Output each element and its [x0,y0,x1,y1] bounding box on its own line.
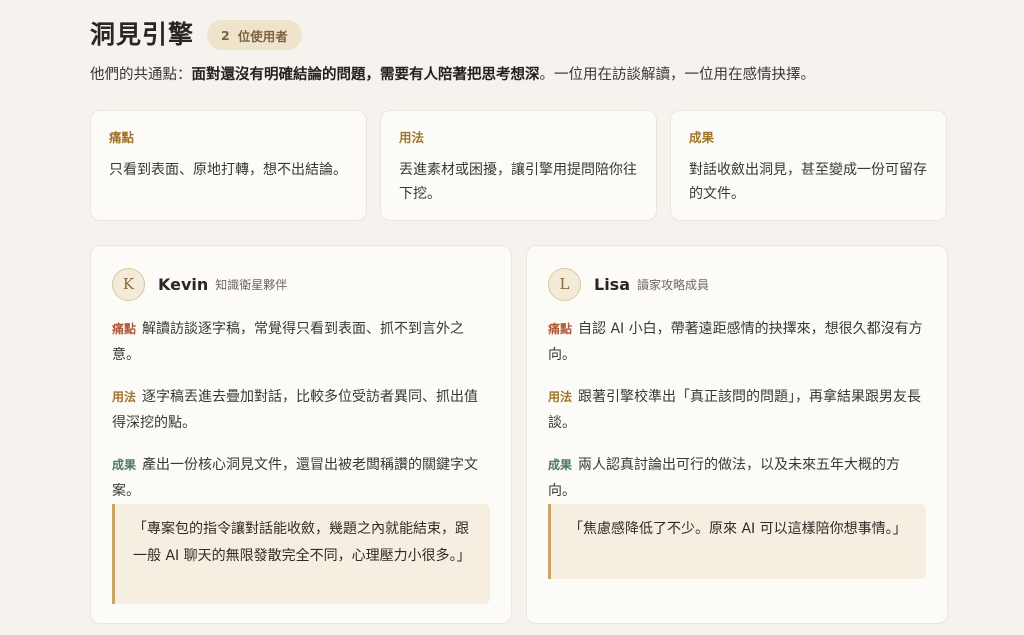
usage-tag: 用法 [112,390,137,404]
user-row: K Kevin 知識衛星夥伴 痛點 解讀訪談逐字稿，常覺得只看到表面、抓不到言外之… [90,245,948,624]
feature-card-result: 成果 對話收斂出洞見，甚至變成一份可留存的文件。 [670,110,947,221]
feature-row: 痛點 只看到表面、原地打轉，想不出結論。 用法 丟進素材或困擾，讓引擎用提問陪你… [90,110,948,221]
pain-entry: 痛點 解讀訪談逐字稿，常覺得只看到表面、抓不到言外之意。 [112,316,490,368]
user-role: 讀家攻略成員 [637,277,710,292]
user-card-lisa: L Lisa 讀家攻略成員 痛點 自認 AI 小白，帶著遠距感情的抉擇來，想很久都… [526,245,948,624]
title-row: 洞見引擎 2 位使用者 [90,19,302,51]
pain-entry: 痛點 自認 AI 小白，帶著遠距感情的抉擇來，想很久都沒有方向。 [548,316,926,368]
feature-text: 丟進素材或困擾，讓引擎用提問陪你往下挖。 [399,162,637,202]
usage-entry: 用法 逐字稿丟進去疊加對話，比較多位受訪者異同、抓出值得深挖的點。 [112,384,490,436]
page-title: 洞見引擎 [90,20,195,49]
pain-text: 自認 AI 小白，帶著遠距感情的抉擇來，想很久都沒有方向。 [548,321,923,363]
feature-card-pain: 痛點 只看到表面、原地打轉，想不出結論。 [90,110,367,221]
avatar: K [112,267,145,301]
feature-label: 用法 [399,130,425,145]
result-text: 兩人認真討論出可行的做法，以及未來五年大概的方向。 [548,457,901,499]
pain-tag: 痛點 [548,322,573,336]
result-text: 產出一份核心洞見文件，還冒出被老闆稱讚的關鍵字文案。 [112,457,479,499]
usage-text: 逐字稿丟進去疊加對話，比較多位受訪者異同、抓出值得深挖的點。 [112,389,479,431]
subtitle-tail: 。一位用在訪談解讀，一位用在感情抉擇。 [539,67,816,83]
user-role: 知識衛星夥伴 [215,277,288,292]
pain-text: 解讀訪談逐字稿，常覺得只看到表面、抓不到言外之意。 [112,321,465,363]
avatar: L [548,267,581,301]
usage-text: 跟著引擎校準出「真正該問的問題」，再拿結果跟男友長談。 [548,389,922,431]
user-card-kevin: K Kevin 知識衛星夥伴 痛點 解讀訪談逐字稿，常覺得只看到表面、抓不到言外之… [90,245,512,624]
result-tag: 成果 [548,458,573,472]
usage-tag: 用法 [548,390,573,404]
user-quote: 「專案包的指令讓對話能收斂，幾題之內就能結束，跟一般 AI 聊天的無限發散完全不… [112,504,490,604]
badge-count: 2 [221,27,230,43]
result-entry: 成果 兩人認真討論出可行的做法，以及未來五年大概的方向。 [548,452,926,504]
result-tag: 成果 [112,458,137,472]
subtitle-lead: 他們的共通點： [90,67,192,83]
badge-label: 位使用者 [237,28,288,44]
feature-label: 痛點 [109,130,135,145]
user-count-badge: 2 位使用者 [207,20,302,50]
user-name: Kevin [158,274,209,294]
feature-card-usage: 用法 丟進素材或困擾，讓引擎用提問陪你往下挖。 [380,110,657,221]
usage-entry: 用法 跟著引擎校準出「真正該問的問題」，再拿結果跟男友長談。 [548,384,926,436]
pain-tag: 痛點 [112,322,137,336]
feature-label: 成果 [689,130,715,145]
page-subtitle: 他們的共通點：面對還沒有明確結論的問題，需要有人陪著把思考想深。一位用在訪談解讀… [90,64,815,86]
user-header: K Kevin 知識衛星夥伴 [112,266,490,302]
subtitle-bold: 面對還沒有明確結論的問題，需要有人陪著把思考想深 [191,67,540,83]
user-quote: 「焦慮感降低了不少。原來 AI 可以這樣陪你想事情。」 [548,504,926,579]
result-entry: 成果 產出一份核心洞見文件，還冒出被老闆稱讚的關鍵字文案。 [112,452,490,504]
user-header: L Lisa 讀家攻略成員 [548,266,926,302]
user-name: Lisa [594,274,630,294]
feature-text: 對話收斂出洞見，甚至變成一份可留存的文件。 [689,162,927,202]
feature-text: 只看到表面、原地打轉，想不出結論。 [109,162,347,178]
